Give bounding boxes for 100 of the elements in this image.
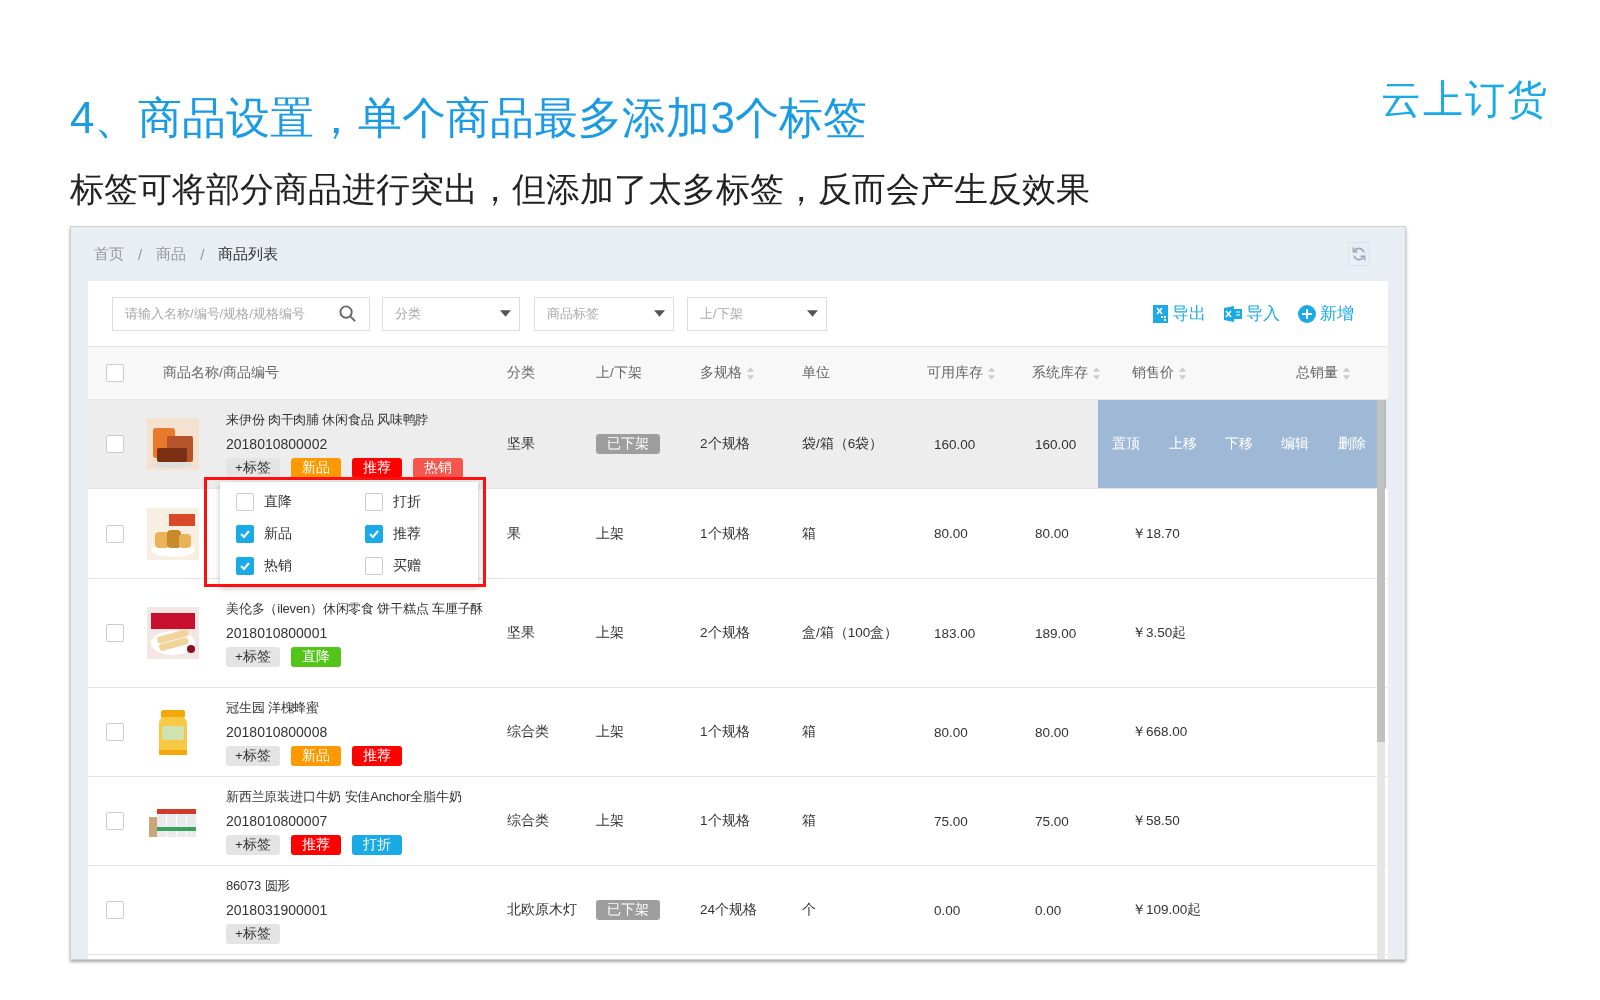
breadcrumb-separator: /: [138, 245, 143, 263]
product-tag: 推荐: [351, 746, 402, 766]
tag-option[interactable]: 热销: [264, 557, 292, 575]
category-cell: 果: [507, 525, 521, 541]
status-text: 上架: [596, 525, 624, 541]
unit-cell: 盒/箱（100盒）: [802, 625, 899, 640]
refresh-icon: [1351, 246, 1367, 262]
status-text: 上架: [596, 813, 624, 828]
stock-cell: 160.00: [1035, 436, 1077, 452]
tag-option[interactable]: 推荐: [393, 525, 421, 543]
stock-cell: 75.00: [1035, 813, 1069, 829]
refresh-button[interactable]: [1348, 242, 1370, 266]
add-tag-button[interactable]: +标签: [226, 746, 280, 766]
table-row[interactable]: 新西兰原装进口牛奶 安佳Anchor全脂牛奶 2018010800007 +标签 推荐 打折 综合类 上架 1个规格 箱 75.00 75.00 ￥58.50: [88, 777, 1388, 866]
status-pill: 已下架: [596, 434, 660, 454]
column-header: 商品名称/商品编号: [163, 364, 279, 382]
column-header: 可用库存: [927, 364, 983, 382]
spec-count: 2个规格: [700, 625, 750, 640]
checkbox[interactable]: [106, 812, 124, 830]
product-tag: 推荐: [290, 835, 341, 855]
checkbox[interactable]: [106, 524, 124, 543]
price-cell: ￥109.00起: [1132, 902, 1202, 917]
spec-count: 1个规格: [700, 525, 750, 541]
slide-title: 4、商品设置，单个商品最多添加3个标签: [70, 92, 867, 144]
caret-icon: [500, 310, 511, 317]
column-header: 销售价: [1132, 364, 1174, 382]
search-field[interactable]: 请输入名称/编号/规格/规格编号: [112, 296, 370, 331]
stock-cell: 80.00: [1035, 526, 1069, 541]
add-tag-button[interactable]: +标签: [226, 458, 280, 478]
stock-cell: 183.00: [934, 625, 976, 641]
add-tag-button[interactable]: +标签: [226, 647, 280, 667]
category-cell: 北欧原木灯: [507, 902, 577, 917]
checkbox[interactable]: [236, 525, 254, 543]
product-code: 2018031900001: [226, 901, 329, 920]
caret-icon: [807, 310, 818, 317]
product-name: 新西兰原装进口牛奶 安佳Anchor全脂牛奶: [226, 788, 463, 806]
excel-icon: [1224, 304, 1242, 323]
product-name: 来伊份 肉干肉脯 休闲食品 风味鸭脖: [226, 411, 430, 429]
status-pill: 已下架: [596, 900, 660, 920]
column-header: 分类: [507, 364, 535, 382]
scrollbar[interactable]: [1377, 400, 1385, 959]
column-header: 系统库存: [1032, 364, 1088, 382]
checkbox[interactable]: [106, 364, 124, 382]
unit-cell: 箱: [802, 813, 816, 828]
slide-subtitle: 标签可将部分商品进行突出，但添加了太多标签，反而会产生反效果: [70, 169, 1091, 209]
status-text: 上架: [596, 724, 624, 739]
sort-icon[interactable]: [1178, 365, 1187, 381]
checkbox[interactable]: [365, 557, 383, 575]
sort-icon[interactable]: [987, 365, 996, 381]
sort-icon[interactable]: [746, 365, 755, 381]
checkbox[interactable]: [236, 493, 254, 511]
spec-count: 2个规格: [700, 436, 750, 451]
stock-cell: 0.00: [934, 902, 961, 918]
unit-cell: 袋/箱（6袋）: [802, 436, 884, 451]
checkbox[interactable]: [236, 557, 254, 575]
checkbox[interactable]: [106, 723, 124, 741]
checkbox[interactable]: [106, 435, 124, 453]
tag-option[interactable]: 买赠: [393, 557, 421, 575]
stock-cell: 189.00: [1035, 625, 1077, 641]
price-cell: ￥668.00: [1132, 724, 1188, 739]
category-cell: 坚果: [507, 436, 535, 451]
plus-circle-icon: [1298, 304, 1316, 323]
sort-icon[interactable]: [1342, 365, 1351, 381]
checkbox[interactable]: [365, 493, 383, 511]
add-tag-button[interactable]: +标签: [226, 835, 280, 855]
spec-count: 24个规格: [700, 902, 758, 917]
tag-option[interactable]: 直降: [264, 493, 292, 511]
checkbox[interactable]: [365, 525, 383, 543]
checkbox[interactable]: [106, 901, 124, 919]
sort-icon[interactable]: [1092, 365, 1101, 381]
logo: 云上订货: [1381, 77, 1549, 121]
category-cell: 综合类: [507, 813, 549, 828]
breadcrumb-item[interactable]: 商品列表: [218, 244, 279, 264]
spreadsheet-icon: [1150, 304, 1168, 323]
category-cell: 坚果: [507, 625, 535, 640]
stock-cell: 80.00: [934, 724, 968, 740]
stock-cell: 75.00: [934, 813, 968, 829]
table-row[interactable]: 冠生园 洋槐蜂蜜 2018010800008 +标签 新品 推荐 综合类 上架 1个规格 箱 80.00 80.00 ￥668.00: [88, 688, 1388, 777]
column-header: 多规格: [700, 364, 742, 382]
checkbox[interactable]: [106, 624, 124, 642]
stock-cell: 160.00: [934, 436, 976, 452]
product-code: 2018010800008: [226, 723, 329, 742]
add-tag-button[interactable]: +标签: [226, 924, 280, 944]
product-tag: 直降: [290, 647, 341, 667]
stock-cell: 0.00: [1035, 902, 1062, 918]
unit-cell: 箱: [802, 724, 816, 739]
price-cell: ￥18.70: [1132, 525, 1180, 541]
category-cell: 综合类: [507, 724, 549, 739]
product-name: 冠生园 洋槐蜂蜜: [226, 699, 320, 717]
column-header: 上/下架: [596, 364, 642, 382]
product-code: 2018010800001: [226, 624, 329, 643]
table-row[interactable]: 来伊份 肉干肉脯 休闲食品 风味鸭脖 2018010800002 +标签 新品 推荐 热销 坚果 已下架 2个规格 袋/箱（6袋） 160.00 160.00 置顶 上移 下移 编辑 删除: [88, 400, 1388, 489]
search-icon: [339, 304, 356, 322]
tag-option[interactable]: 打折: [393, 493, 421, 511]
product-tag: 新品: [290, 458, 341, 478]
spec-count: 1个规格: [700, 813, 750, 828]
product-tag: 新品: [290, 746, 341, 766]
tag-option[interactable]: 新品: [264, 525, 292, 543]
product-code: 2018010800002: [226, 435, 329, 454]
product-tag: 热销: [412, 458, 463, 478]
